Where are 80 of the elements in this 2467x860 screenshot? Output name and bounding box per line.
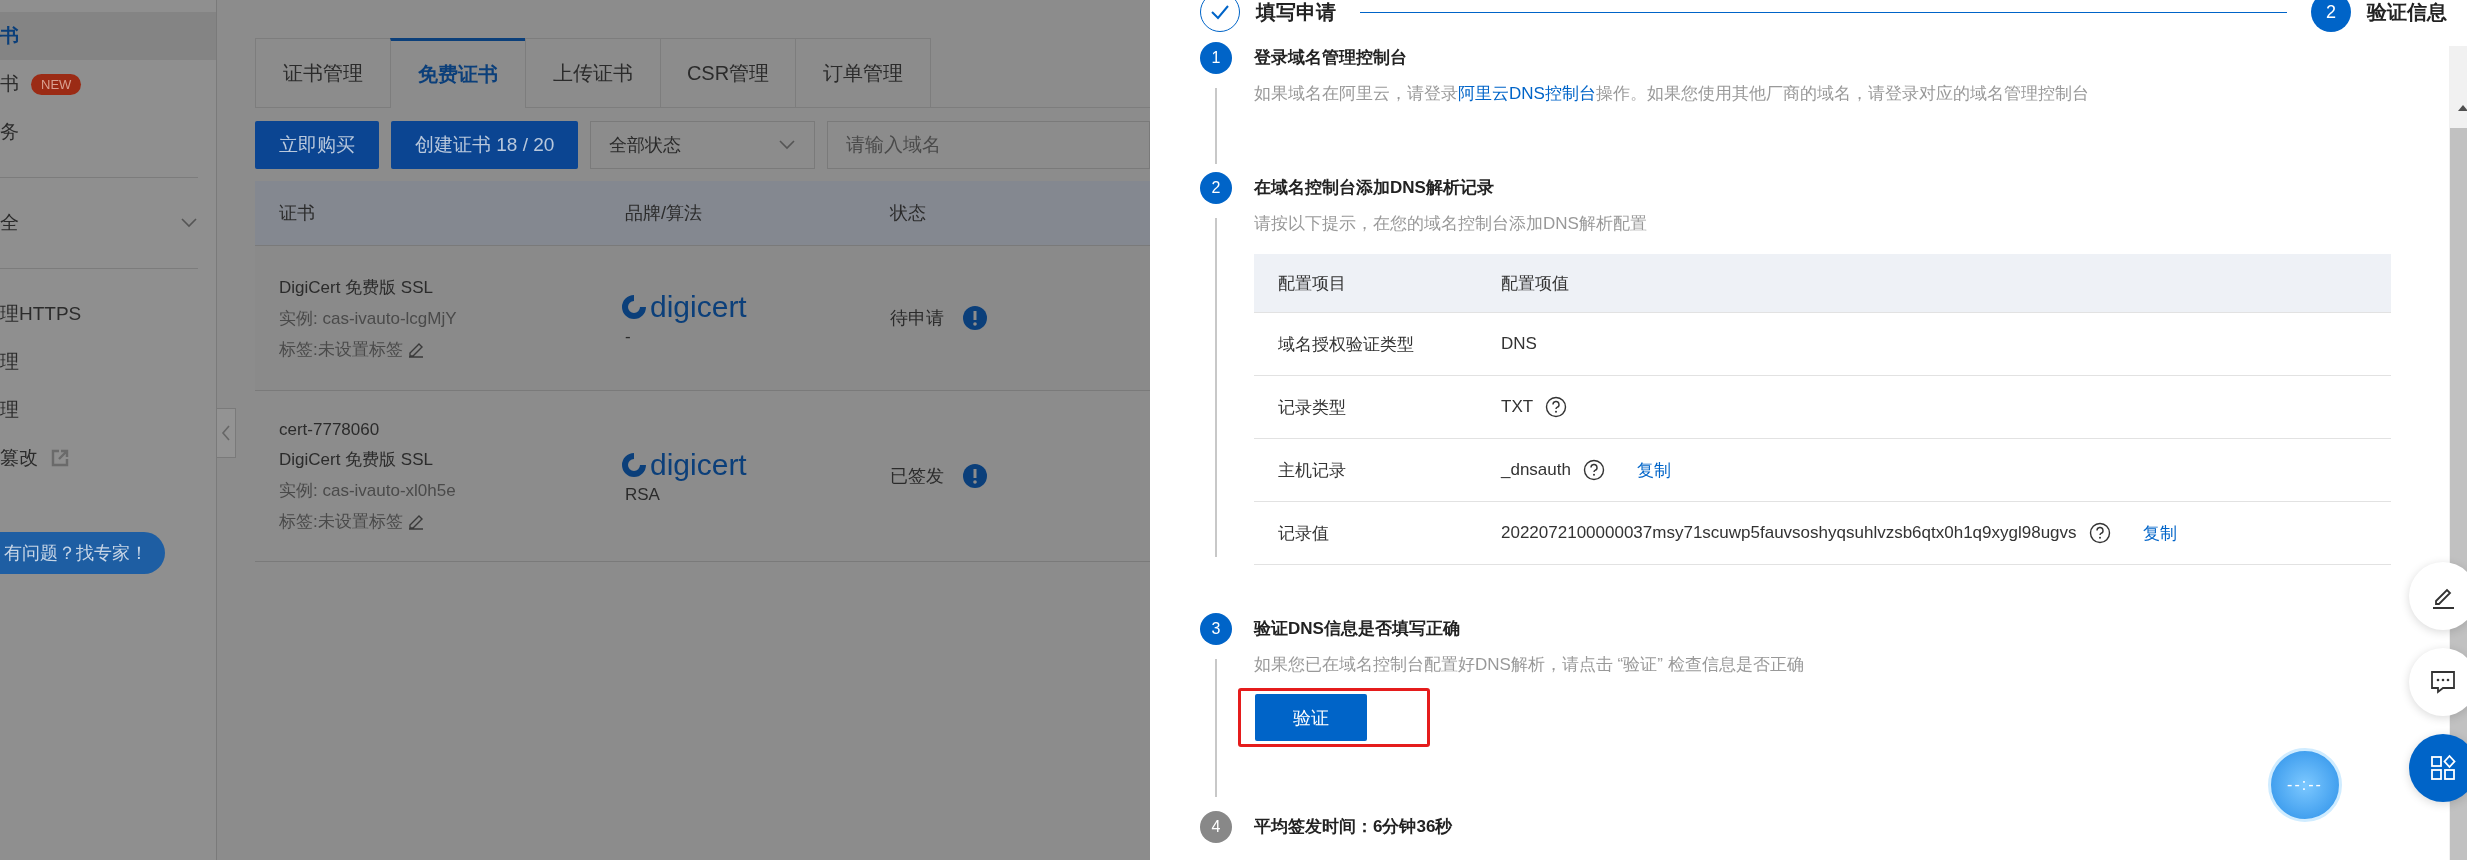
tag-label: 标签:未设置标签	[279, 510, 403, 533]
external-link-icon	[50, 448, 70, 468]
tab[interactable]: 上传证书	[525, 38, 660, 108]
sidebar-item[interactable]: 书	[0, 12, 216, 60]
table-cell: _dnsauth	[1501, 460, 1571, 480]
sidebar-item[interactable]: 全	[0, 199, 216, 247]
column-header: 品牌/算法	[625, 202, 703, 225]
help-button[interactable]: 有问题？找专家！	[0, 532, 165, 574]
column-header: 证书	[278, 202, 316, 225]
copy-link[interactable]: 复制	[1636, 458, 1671, 482]
collapse-handle[interactable]	[217, 408, 236, 458]
instance-id: 实例: cas-ivauto-lcgMjY	[279, 307, 457, 330]
table-cell-text: 记录值	[1277, 522, 1330, 545]
alert-icon	[962, 305, 988, 331]
table-cell-text: 记录类型	[1277, 396, 1347, 419]
status-select[interactable]: 全部状态	[590, 121, 816, 169]
edit-button[interactable]	[2409, 562, 2467, 630]
algorithm-text: -	[625, 327, 632, 347]
copy-link[interactable]: 复制	[2142, 521, 2177, 545]
chat-button[interactable]	[2409, 648, 2467, 716]
step-label: 填写申请	[1256, 0, 1336, 25]
brand-name: digicert	[650, 447, 747, 483]
verify-button[interactable]: 验证	[1255, 694, 1367, 741]
step-label: 验证信息	[2367, 0, 2447, 25]
chevron-icon	[778, 139, 797, 151]
help-icon[interactable]	[1545, 396, 1568, 418]
algorithm-text: RSA	[625, 485, 661, 505]
dns-console-link[interactable]: 阿里云DNS控制台	[1458, 84, 1596, 103]
column-header: 状态	[890, 202, 927, 225]
column-header: 配置项值	[1501, 272, 1569, 295]
sidebar-item[interactable]: 篡改	[0, 434, 216, 482]
tag-label: 标签:未设置标签	[279, 338, 403, 361]
tab[interactable]: 证书管理	[255, 38, 390, 108]
column-header: 配置项目	[1277, 272, 1347, 295]
buy-button[interactable]: 立即购买	[255, 121, 379, 169]
chevron-left-icon	[221, 424, 231, 442]
create-button[interactable]: 创建证书 18 / 20	[391, 121, 579, 169]
step-description: 如果域名在阿里云，请登录阿里云DNS控制台操作。如果您使用其他厂商的域名，请登录对应的域名管理控制台	[1254, 83, 2090, 105]
status-text: 待申请	[890, 307, 944, 330]
step-title: 验证DNS信息是否填写正确	[1254, 618, 1461, 640]
ring-logo-icon	[621, 452, 647, 478]
step-indicator: 2	[2311, 0, 2351, 32]
tab[interactable]: 免费证书	[390, 38, 525, 108]
sidebar-item[interactable]: 书 NEW	[0, 60, 216, 108]
new-badge: NEW	[31, 73, 82, 95]
step-number: 4	[1200, 811, 1232, 843]
certificate-name: DigiCert 免费版 SSL	[279, 276, 433, 299]
sidebar-item[interactable]: 理HTTPS	[0, 290, 216, 338]
tab[interactable]: 订单管理	[795, 38, 931, 108]
brand-name: digicert	[650, 289, 747, 325]
step-number: 2	[1200, 172, 1232, 204]
apps-icon	[2428, 753, 2458, 783]
search-field[interactable]: 请输入域名	[827, 121, 1150, 169]
step-number: 1	[1200, 42, 1232, 74]
sidebar-item[interactable]: 理	[0, 338, 216, 386]
instance-id: 实例: cas-ivauto-xl0h5e	[279, 479, 456, 502]
step-description: 请按以下提示，在您的域名控制台添加DNS解析配置	[1254, 213, 1648, 235]
help-icon[interactable]	[1582, 459, 1605, 481]
table-cell: 2022072100000037msy71scuwp5fauvsoshyqsuhlvzsb6qtx0h1q9xygl98ugvs	[1501, 523, 2077, 543]
help-icon[interactable]	[2088, 522, 2111, 544]
ring-logo-icon	[621, 294, 647, 320]
table-cell-text: 域名授权验证类型	[1277, 333, 1415, 356]
sidebar-item[interactable]: 理	[0, 386, 216, 434]
check-icon	[1209, 3, 1231, 21]
scroll-up-icon	[2457, 104, 2467, 112]
step-title: 平均签发时间：6分钟36秒	[1254, 816, 1454, 838]
certificate-name: DigiCert 免费版 SSL	[279, 448, 433, 471]
tab[interactable]: CSR管理	[660, 38, 795, 108]
certificate-name: cert-7778060	[279, 419, 380, 440]
step-title: 在域名控制台添加DNS解析记录	[1254, 177, 1495, 199]
table-cell: DNS	[1501, 334, 1537, 354]
table-cell-text: 主机记录	[1277, 459, 1347, 482]
step-description: 如果您已在域名控制台配置好DNS解析，请点击 “验证” 检查信息是否正确	[1254, 654, 1805, 676]
alert-icon	[962, 463, 988, 489]
status-text: 已签发	[890, 465, 944, 488]
step-number: 3	[1200, 613, 1232, 645]
sidebar-item[interactable]: 务	[0, 108, 216, 156]
step-title: 登录域名管理控制台	[1254, 47, 1408, 69]
table-cell: TXT	[1501, 397, 1534, 417]
apps-button[interactable]	[2409, 734, 2467, 802]
